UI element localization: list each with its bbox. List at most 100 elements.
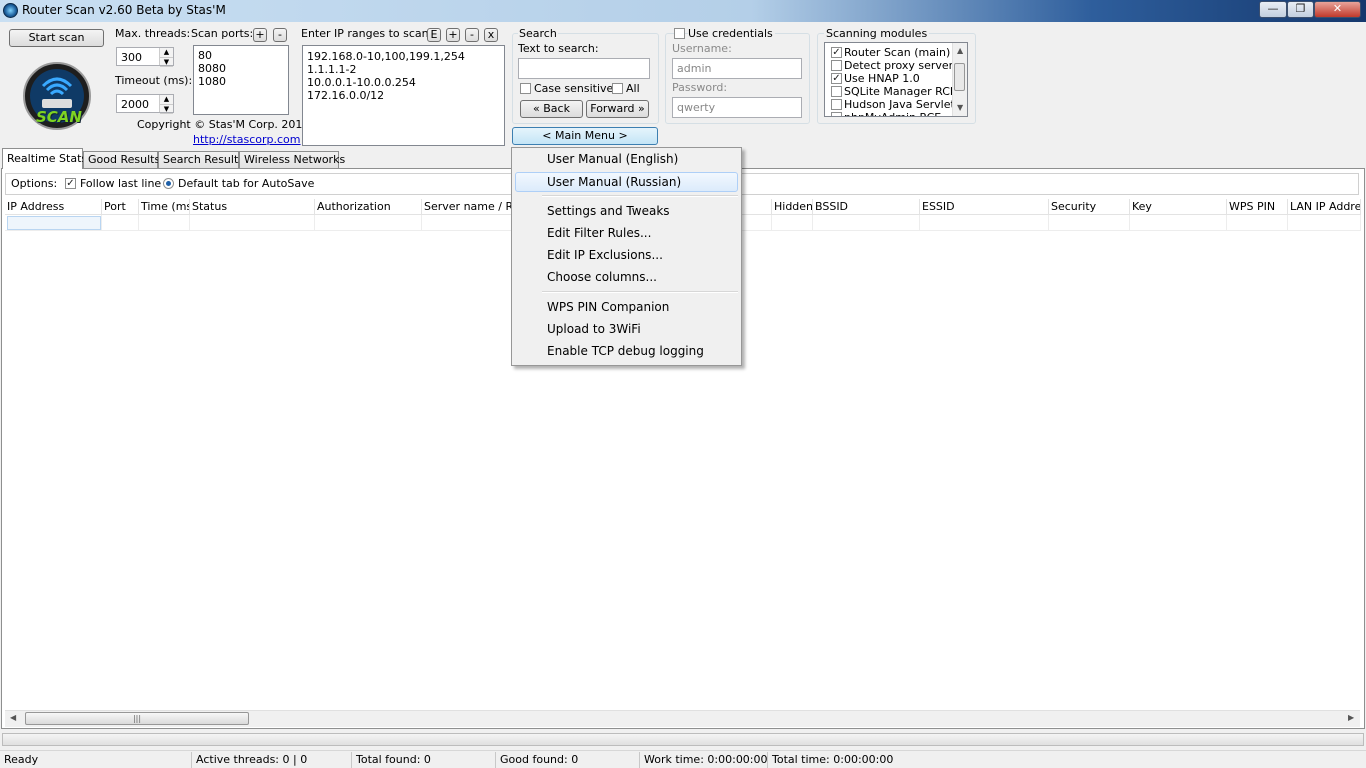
table-cell[interactable] (1049, 215, 1130, 231)
menu-item[interactable]: Upload to 3WiFi (515, 320, 738, 340)
module-checkbox[interactable] (831, 60, 842, 71)
tab-realtime-stats[interactable]: Realtime Stats (2, 148, 87, 169)
search-group-label: Search (518, 27, 558, 40)
column-header[interactable]: BSSID (813, 199, 920, 215)
remove-port-button[interactable]: - (273, 28, 287, 42)
scroll-down-icon[interactable]: ▼ (957, 103, 963, 112)
table-cell[interactable] (920, 215, 1049, 231)
menu-item[interactable]: Enable TCP debug logging (515, 342, 738, 362)
list-item[interactable]: 1.1.1.1-2 (307, 63, 356, 76)
column-header[interactable]: Authorization (315, 199, 422, 215)
title-bar[interactable]: Router Scan v2.60 Beta by Stas'M — ❐ ✕ (0, 0, 1366, 22)
table-cell[interactable] (102, 215, 139, 231)
table-cell[interactable] (422, 215, 522, 231)
clear-ranges-button[interactable]: x (484, 28, 498, 42)
close-button[interactable]: ✕ (1314, 1, 1361, 18)
list-item[interactable]: 1080 (198, 75, 226, 88)
modules-list[interactable]: ✓ Router Scan (main) Detect proxy servers ✓… (824, 42, 968, 117)
tab-search-results[interactable]: Search Results (158, 151, 244, 168)
minimize-button[interactable]: — (1259, 1, 1287, 18)
spinner-arrows-icon[interactable]: ▲ ▼ (159, 48, 173, 67)
scroll-right-icon[interactable]: ▶ (1348, 713, 1354, 722)
add-range-button[interactable]: + (446, 28, 460, 42)
max-threads-spinner[interactable]: 300 ▲ ▼ (116, 47, 174, 67)
ports-list[interactable]: 80 8080 1080 (193, 45, 289, 115)
search-all-checkbox[interactable] (612, 83, 623, 94)
menu-item[interactable]: User Manual (Russian) (515, 172, 738, 192)
column-header[interactable]: IP Address (5, 199, 102, 215)
use-credentials-label: Use credentials (688, 27, 775, 40)
app-icon[interactable] (3, 3, 18, 18)
website-link-text[interactable]: http://stascorp.com (193, 133, 301, 146)
column-header[interactable]: Security (1049, 199, 1130, 215)
default-tab-radio[interactable] (163, 178, 174, 189)
edit-range-button[interactable]: E (427, 28, 441, 42)
module-checkbox[interactable] (831, 112, 842, 116)
status-good-found: Good found: 0 (496, 752, 640, 768)
scroll-thumb[interactable] (954, 63, 965, 91)
module-checkbox[interactable]: ✓ (831, 73, 842, 84)
list-item[interactable]: 8080 (198, 62, 226, 75)
table-cell[interactable] (1288, 215, 1361, 231)
menu-item[interactable]: Choose columns... (515, 268, 738, 288)
website-link[interactable]: http://stascorp.com (193, 133, 301, 146)
add-port-button[interactable]: + (253, 28, 267, 42)
modules-group-label: Scanning modules (824, 27, 930, 40)
menu-item[interactable]: Edit Filter Rules... (515, 224, 738, 244)
list-item[interactable]: 192.168.0-10,100,199.1,254 (307, 50, 465, 63)
table-cell[interactable] (1227, 215, 1288, 231)
password-field[interactable]: qwerty (672, 97, 802, 118)
menu-item[interactable]: Edit IP Exclusions... (515, 246, 738, 266)
maximize-button[interactable]: ❐ (1287, 1, 1314, 18)
column-header[interactable]: Time (ms) (139, 199, 190, 215)
column-header[interactable]: LAN IP Address (1288, 199, 1361, 215)
main-menu-popup[interactable]: User Manual (English) User Manual (Russia… (511, 147, 742, 366)
list-item[interactable]: 10.0.0.1-10.0.0.254 (307, 76, 416, 89)
max-threads-label: Max. threads: (115, 27, 191, 40)
column-header[interactable]: Server name / Realm (422, 199, 522, 215)
table-cell[interactable] (813, 215, 920, 231)
follow-last-line-checkbox[interactable]: ✓ (65, 178, 76, 189)
column-header[interactable]: WPS PIN (1227, 199, 1288, 215)
forward-button[interactable]: Forward » (586, 100, 649, 118)
use-credentials-checkbox[interactable] (674, 28, 685, 39)
table-cell[interactable] (190, 215, 315, 231)
tab-wireless-networks[interactable]: Wireless Networks (239, 151, 345, 168)
search-input[interactable] (518, 58, 650, 79)
start-scan-button[interactable]: Start scan (9, 29, 104, 47)
scroll-left-icon[interactable]: ◀ (10, 713, 16, 722)
module-checkbox[interactable] (831, 99, 842, 110)
table-cell[interactable] (772, 215, 813, 231)
menu-item[interactable]: User Manual (English) (515, 150, 738, 170)
text-to-search-label: Text to search: (518, 42, 599, 55)
menu-item[interactable]: Settings and Tweaks (515, 202, 738, 222)
column-header[interactable]: Key (1130, 199, 1227, 215)
scroll-up-icon[interactable]: ▲ (957, 46, 963, 55)
case-sensitive-checkbox[interactable] (520, 83, 531, 94)
timeout-spinner[interactable]: 2000 ▲ ▼ (116, 94, 174, 114)
column-header[interactable]: Port (102, 199, 139, 215)
tab-good-results[interactable]: Good Results (83, 151, 160, 168)
ip-ranges-label: Enter IP ranges to scan: (301, 27, 433, 40)
column-header[interactable]: Status (190, 199, 315, 215)
column-header[interactable]: ESSID (920, 199, 1049, 215)
username-field[interactable]: admin (672, 58, 802, 79)
table-cell[interactable] (1130, 215, 1227, 231)
follow-last-line-label: Follow last line (80, 177, 162, 190)
menu-item[interactable]: WPS PIN Companion (515, 298, 738, 318)
spinner-arrows-icon[interactable]: ▲ ▼ (159, 95, 173, 114)
column-header[interactable]: Hidden (772, 199, 813, 215)
scroll-thumb[interactable]: ||| (25, 712, 249, 725)
module-checkbox[interactable]: ✓ (831, 47, 842, 58)
ip-ranges-list[interactable]: 192.168.0-10,100,199.1,254 1.1.1.1-2 10.… (302, 45, 505, 146)
module-checkbox[interactable] (831, 86, 842, 97)
selected-cell[interactable] (7, 216, 101, 230)
remove-range-button[interactable]: - (465, 28, 479, 42)
list-item[interactable]: 172.16.0.0/12 (307, 89, 384, 102)
main-menu-button[interactable]: < Main Menu > (512, 127, 658, 145)
modules-scrollbar[interactable]: ▲ ▼ (952, 43, 967, 116)
table-cell[interactable] (315, 215, 422, 231)
table-cell[interactable] (139, 215, 190, 231)
list-item[interactable]: 80 (198, 49, 212, 62)
back-button[interactable]: « Back (520, 100, 583, 118)
